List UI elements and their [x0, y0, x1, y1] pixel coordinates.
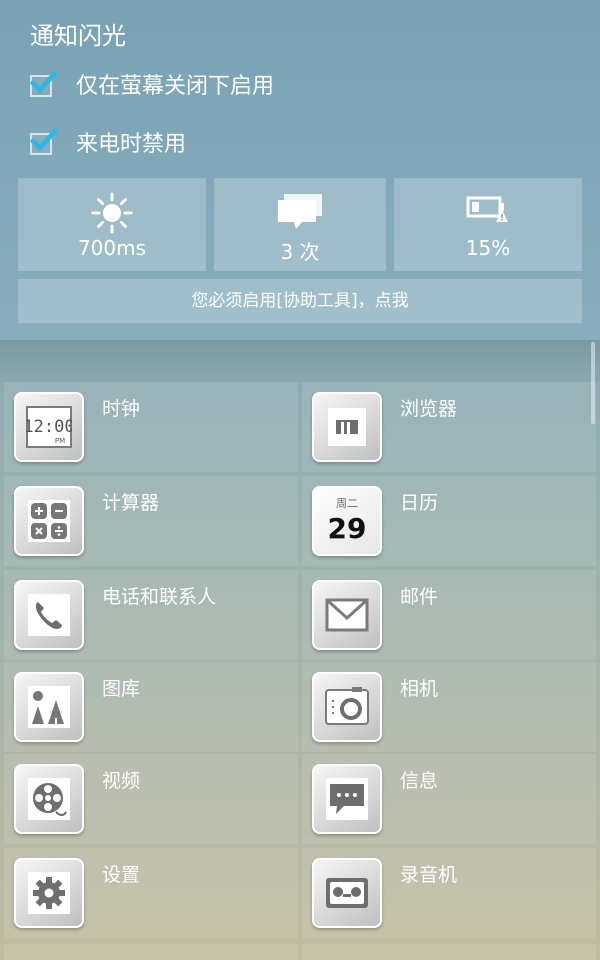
calendar-day: 29 — [328, 512, 367, 544]
app-item-calculator[interactable]: 计算器 — [4, 476, 298, 566]
option-disable-on-call[interactable]: 来电时禁用 — [30, 122, 186, 162]
checkmark-icon — [30, 128, 58, 152]
stat-battery-threshold[interactable]: 15% — [394, 178, 582, 271]
section-divider — [0, 340, 600, 382]
checkmark-icon — [30, 70, 58, 94]
recorder-icon — [312, 858, 382, 928]
stat-value: 700ms — [77, 236, 147, 260]
browser-icon — [312, 392, 382, 462]
option-label: 仅在萤幕关闭下启用 — [76, 74, 275, 99]
app-item-calendar[interactable]: 周二 29 日历 — [302, 476, 596, 566]
settings-icon — [14, 858, 84, 928]
app-item-browser[interactable]: 浏览器 — [302, 382, 596, 472]
app-label: 录音机 — [400, 864, 458, 886]
app-item-gallery[interactable]: 图库 — [4, 662, 298, 752]
calendar-icon: 周二 29 — [312, 486, 382, 556]
app-item-partial — [302, 944, 596, 960]
clock-icon-ampm: PM — [55, 437, 65, 445]
clock-icon-time: 12:00 — [26, 417, 72, 437]
app-item-video[interactable]: 视频 — [4, 754, 298, 844]
stat-flash-duration[interactable]: 700ms — [18, 178, 206, 271]
option-label: 来电时禁用 — [76, 132, 187, 157]
app-label: 相机 — [400, 678, 439, 700]
app-item-settings[interactable]: 设置 — [4, 848, 298, 938]
app-label: 信息 — [400, 770, 439, 792]
app-item-recorder[interactable]: 录音机 — [302, 848, 596, 938]
stat-flash-count[interactable]: 3 次 — [214, 178, 386, 271]
notification-flash-panel: 通知闪光 仅在萤幕关闭下启用 来电时禁用 700ms 3 次 15% 您必须启用… — [0, 0, 600, 340]
stat-value: 3 次 — [280, 240, 320, 264]
app-label: 日历 — [400, 492, 439, 514]
app-label: 视频 — [102, 770, 141, 792]
message-stack-icon — [278, 194, 322, 229]
stat-value: 15% — [465, 236, 511, 260]
page-title: 通知闪光 — [30, 22, 126, 50]
app-label: 浏览器 — [400, 398, 458, 420]
app-item-partial — [4, 944, 298, 960]
app-label: 图库 — [102, 678, 141, 700]
app-item-clock[interactable]: 12:00 PM 时钟 — [4, 382, 298, 472]
clock-icon: 12:00 PM — [14, 392, 84, 462]
app-label: 设置 — [102, 864, 141, 886]
app-item-messages[interactable]: 信息 — [302, 754, 596, 844]
app-item-camera[interactable]: 相机 — [302, 662, 596, 752]
calendar-weekday: 周二 — [336, 498, 358, 510]
battery-warning-icon — [466, 196, 508, 222]
option-screen-off-only[interactable]: 仅在萤幕关闭下启用 — [30, 64, 274, 104]
app-label: 计算器 — [102, 492, 160, 514]
camera-icon — [312, 672, 382, 742]
app-label: 时钟 — [102, 398, 141, 420]
app-item-mail[interactable]: 邮件 — [302, 570, 596, 660]
video-icon — [14, 764, 84, 834]
app-label: 邮件 — [400, 586, 439, 608]
calculator-icon — [14, 486, 84, 556]
sun-icon — [91, 192, 133, 234]
checkbox-screen-off[interactable] — [30, 70, 58, 97]
app-item-phone-contacts[interactable]: 电话和联系人 — [4, 570, 298, 660]
message-icon — [312, 764, 382, 834]
mail-icon — [312, 580, 382, 650]
checkbox-disable-on-call[interactable] — [30, 128, 58, 155]
app-label: 电话和联系人 — [102, 586, 217, 608]
gallery-icon — [14, 672, 84, 742]
phone-icon — [14, 580, 84, 650]
accessibility-banner-button[interactable]: 您必须启用[协助工具]，点我 — [18, 279, 582, 323]
